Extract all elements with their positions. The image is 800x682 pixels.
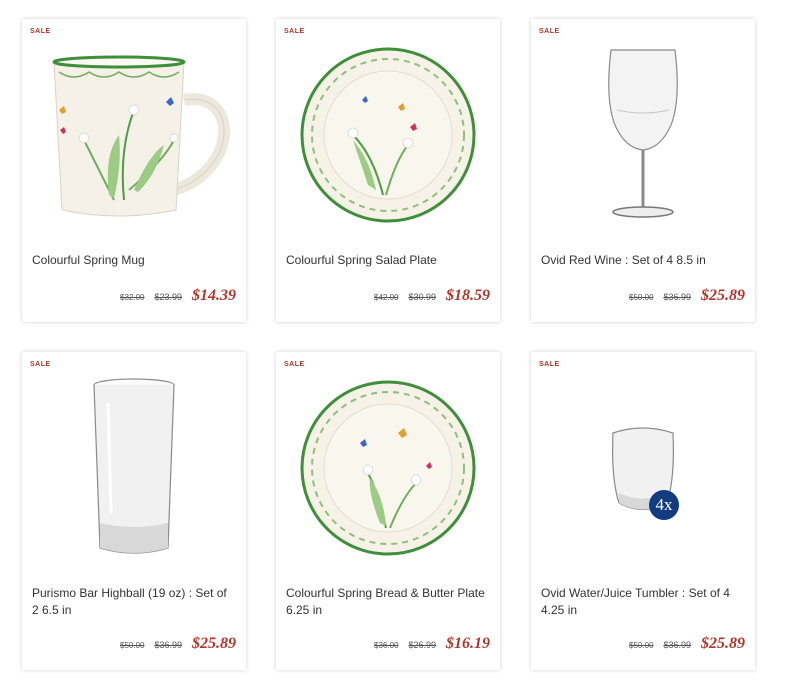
sale-price: $16.19 [446, 635, 490, 652]
product-card[interactable]: SALE 4x Ovid Water/Juice Tumbler : Set o… [531, 352, 755, 670]
product-name[interactable]: Colourful Spring Mug [32, 252, 236, 269]
plate-image[interactable] [276, 368, 500, 568]
original-price: $36.00 [374, 641, 399, 650]
was-price: $36.99 [154, 640, 182, 650]
sale-badge: SALE [539, 361, 560, 368]
product-name[interactable]: Colourful Spring Bread & Butter Plate 6.… [286, 585, 490, 619]
sale-badge: SALE [30, 28, 51, 35]
highball-glass-image[interactable] [22, 368, 246, 568]
product-name[interactable]: Purismo Bar Highball (19 oz) : Set of 2 … [32, 585, 236, 619]
product-card[interactable]: SALE Ovid Red Wine : Set of 4 8.5 in $50… [531, 19, 755, 322]
product-name[interactable]: Ovid Water/Juice Tumbler : Set of 4 4.25… [541, 585, 745, 619]
product-card[interactable]: SALE Colourful Spring Bread & Butter Pla… [276, 352, 500, 670]
sale-badge: SALE [284, 28, 305, 35]
original-price: $50.00 [629, 641, 654, 650]
sale-price: $25.89 [701, 287, 745, 304]
product-card[interactable]: SALE Purismo Bar Highball (19 oz) : Set … [22, 352, 246, 670]
sale-badge: SALE [30, 361, 51, 368]
sale-price: $25.89 [701, 635, 745, 652]
original-price: $32.00 [120, 293, 145, 302]
sale-price: $25.89 [192, 635, 236, 652]
plate-image[interactable] [276, 35, 500, 235]
product-name[interactable]: Ovid Red Wine : Set of 4 8.5 in [541, 252, 745, 269]
tumbler-image[interactable] [531, 368, 755, 568]
sale-price: $18.59 [446, 287, 490, 304]
original-price: $42.00 [374, 293, 399, 302]
original-price: $50.00 [120, 641, 145, 650]
product-name[interactable]: Colourful Spring Salad Plate [286, 252, 490, 269]
was-price: $26.99 [408, 640, 436, 650]
wine-glass-image[interactable] [531, 35, 755, 235]
sale-badge: SALE [539, 28, 560, 35]
sale-price: $14.39 [192, 287, 236, 304]
was-price: $30.99 [408, 292, 436, 302]
was-price: $36.99 [663, 640, 691, 650]
was-price: $36.99 [663, 292, 691, 302]
product-card[interactable]: SALE Colourful Spring Mug $32.00 $23.99 … [22, 19, 246, 322]
product-card[interactable]: SALE Colourful Spring Salad Plate $42.00… [276, 19, 500, 322]
sale-badge: SALE [284, 361, 305, 368]
set-count-badge: 4x [649, 490, 679, 520]
original-price: $50.00 [629, 293, 654, 302]
was-price: $23.99 [154, 292, 182, 302]
mug-image[interactable] [22, 35, 246, 235]
